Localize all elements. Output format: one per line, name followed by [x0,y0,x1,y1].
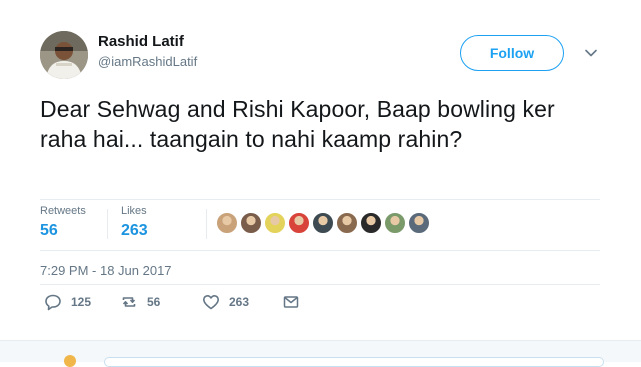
reply-count: 125 [71,295,92,309]
liker-avatar[interactable] [384,212,406,234]
tweet-timestamp[interactable]: 7:29 PM - 18 Jun 2017 [40,263,172,279]
divider [40,284,600,285]
tweet-text: Dear Sehwag and Rishi Kapoor, Baap bowli… [40,96,555,152]
tweet-card: Rashid Latif @iamRashidLatif Follow Dear… [0,0,641,340]
retweets-count: 56 [40,222,58,239]
author-handle[interactable]: @iamRashidLatif [98,54,197,70]
liker-avatar[interactable] [336,212,358,234]
liker-avatar[interactable] [408,212,430,234]
direct-message-button[interactable] [282,293,300,311]
profile-photo [40,31,88,79]
liker-avatar[interactable] [312,212,334,234]
likes-stat[interactable]: Likes 263 [121,205,148,241]
retweet-count: 56 [147,295,161,309]
retweets-label: Retweets [40,205,86,217]
reply-icon [45,294,61,311]
divider [40,199,600,200]
envelope-icon [283,296,299,308]
reply-button[interactable]: 125 [44,293,91,311]
compose-avatar [64,355,76,367]
retweets-stat[interactable]: Retweets 56 [40,205,86,241]
liker-avatar[interactable] [360,212,382,234]
heart-icon [203,295,219,310]
reply-input[interactable] [104,357,604,367]
retweet-button[interactable]: 56 [120,293,160,311]
liker-avatar[interactable] [240,212,262,234]
divider [40,250,600,251]
like-button[interactable]: 263 [202,293,249,311]
likes-count: 263 [121,222,148,239]
liker-avatar[interactable] [288,212,310,234]
follow-button[interactable]: Follow [460,35,564,71]
author-display-name[interactable]: Rashid Latif [98,33,184,51]
stat-divider [206,209,207,239]
liker-avatar[interactable] [264,212,286,234]
chevron-down-icon[interactable] [584,46,598,60]
retweet-icon [122,297,136,307]
liker-avatar[interactable] [216,212,238,234]
like-count: 263 [229,295,250,309]
author-avatar[interactable] [40,31,88,79]
stat-divider [107,209,108,239]
likes-label: Likes [121,205,147,217]
